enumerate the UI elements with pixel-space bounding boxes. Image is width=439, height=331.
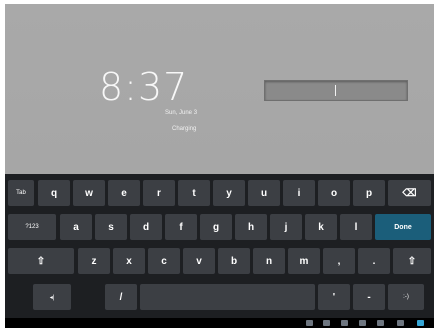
key-l[interactable]: l	[340, 214, 372, 240]
signal-icon	[417, 320, 424, 326]
key-symbols[interactable]: ?123	[8, 214, 56, 240]
key-comma[interactable]: ,	[323, 248, 355, 274]
key-d[interactable]: d	[130, 214, 162, 240]
key-j[interactable]: j	[270, 214, 302, 240]
key-u[interactable]: u	[248, 180, 280, 206]
key-k[interactable]: k	[305, 214, 337, 240]
keyboard-icon	[323, 320, 330, 326]
key-g[interactable]: g	[200, 214, 232, 240]
lock-clock: 8:37	[99, 65, 189, 109]
key-v[interactable]: v	[183, 248, 215, 274]
key-a[interactable]: a	[60, 214, 92, 240]
soft-keyboard: Tab q w e r t y u i o p ⌫ ?123 a s d f g…	[5, 174, 434, 318]
key-p[interactable]: p	[353, 180, 385, 206]
system-bar	[5, 318, 434, 328]
key-f[interactable]: f	[165, 214, 197, 240]
notification-icon	[306, 320, 313, 326]
charging-status: Charging	[172, 126, 197, 132]
key-e[interactable]: e	[108, 180, 140, 206]
key-delete[interactable]: ⌫	[388, 180, 431, 206]
key-x[interactable]: x	[113, 248, 145, 274]
key-q[interactable]: q	[38, 180, 70, 206]
key-n[interactable]: n	[253, 248, 285, 274]
key-r[interactable]: r	[143, 180, 175, 206]
wifi-icon	[397, 320, 404, 326]
password-field[interactable]	[264, 80, 408, 101]
key-period[interactable]: .	[358, 248, 390, 274]
lock-date: Sun, June 3	[165, 110, 198, 116]
key-i[interactable]: i	[283, 180, 315, 206]
usb-icon	[341, 320, 348, 326]
text-cursor	[335, 85, 336, 96]
battery-icon	[377, 320, 384, 326]
key-z[interactable]: z	[78, 248, 110, 274]
key-c[interactable]: c	[148, 248, 180, 274]
key-tab[interactable]: Tab	[8, 180, 34, 206]
key-s[interactable]: s	[95, 214, 127, 240]
key-shift-left[interactable]: ⇧	[8, 248, 74, 274]
lock-screen: 8:37 Sun, June 3 Charging	[5, 4, 434, 174]
key-o[interactable]: o	[318, 180, 350, 206]
device-screen: 8:37 Sun, June 3 Charging Tab q w e r t …	[5, 4, 434, 328]
key-w[interactable]: w	[73, 180, 105, 206]
key-space[interactable]	[140, 284, 315, 310]
key-input-method[interactable]: ◂|	[33, 284, 71, 310]
key-b[interactable]: b	[218, 248, 250, 274]
key-y[interactable]: y	[213, 180, 245, 206]
key-t[interactable]: t	[178, 180, 210, 206]
key-h[interactable]: h	[235, 214, 267, 240]
key-dash[interactable]: -	[353, 284, 385, 310]
key-done[interactable]: Done	[375, 214, 431, 240]
key-shift-right[interactable]: ⇧	[393, 248, 431, 274]
key-smiley[interactable]: :-)	[388, 284, 424, 310]
key-apostrophe[interactable]: '	[318, 284, 350, 310]
key-m[interactable]: m	[288, 248, 320, 274]
screenshot-icon	[359, 320, 366, 326]
key-slash[interactable]: /	[105, 284, 137, 310]
